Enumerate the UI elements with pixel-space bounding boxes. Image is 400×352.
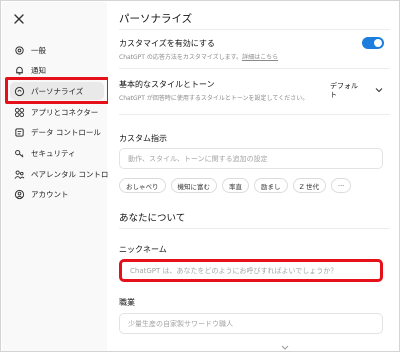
gear-icon bbox=[13, 44, 25, 56]
enable-custom-label: カスタマイズを有効にする bbox=[119, 39, 215, 48]
sidebar-item-general[interactable]: 一般 bbox=[10, 41, 104, 59]
sidebar-item-label: セキュリティ bbox=[31, 148, 76, 158]
enable-custom-toggle[interactable] bbox=[362, 37, 384, 49]
annotation-highlight-box bbox=[5, 77, 110, 104]
sidebar-item-data-controls[interactable]: データ コントロール bbox=[10, 123, 104, 141]
divider bbox=[119, 114, 390, 115]
sidebar-item-label: アカウント bbox=[31, 189, 69, 199]
sidebar-item-label: データ コントロール bbox=[31, 127, 101, 137]
enable-custom-desc-text: ChatGPT の応答方法をカスタマイズします。 bbox=[119, 54, 243, 61]
chevron-down-icon bbox=[375, 88, 383, 93]
chip-encouraging[interactable]: 励まし bbox=[254, 178, 288, 193]
base-style-label: 基本的なスタイルとトーン bbox=[119, 80, 215, 89]
bell-icon bbox=[13, 64, 25, 76]
chip-chatty[interactable]: おしゃべり bbox=[119, 178, 166, 193]
divider bbox=[119, 68, 390, 69]
account-icon bbox=[13, 188, 25, 200]
shield-key-icon bbox=[13, 147, 25, 159]
data-control-icon bbox=[13, 126, 25, 138]
sidebar-item-parental-controls[interactable]: ペアレンタル コントロール bbox=[10, 165, 123, 183]
sidebar-item-apps-connectors[interactable]: アプリとコネクター bbox=[10, 103, 104, 121]
base-style-value-line2: ト bbox=[330, 91, 337, 99]
sidebar-item-label: 一般 bbox=[31, 45, 46, 55]
learn-more-link[interactable]: 詳細はこちら bbox=[242, 54, 278, 61]
people-icon bbox=[13, 168, 25, 180]
divider bbox=[119, 228, 390, 229]
scroll-down-icon[interactable] bbox=[281, 345, 289, 350]
suggestion-chips: おしゃべり 機知に富む 率直 励まし Z 世代 ··· bbox=[119, 178, 352, 193]
chip-gen-z[interactable]: Z 世代 bbox=[292, 178, 327, 193]
sidebar-item-security[interactable]: セキュリティ bbox=[10, 144, 104, 162]
sidebar-item-account[interactable]: アカウント bbox=[10, 185, 104, 203]
base-style-select[interactable]: デフォル ト bbox=[330, 82, 390, 102]
chip-witty[interactable]: 機知に富む bbox=[170, 178, 217, 193]
base-style-value-line1: デフォル bbox=[330, 82, 358, 90]
sidebar-item-label: 通知 bbox=[31, 65, 46, 75]
page-title: パーソナライズ bbox=[119, 13, 193, 25]
sidebar-item-label: アプリとコネクター bbox=[31, 107, 99, 117]
base-style-value: デフォル ト bbox=[330, 82, 370, 100]
custom-instructions-input[interactable]: 動作、スタイル、トーンに関する追加の設定 bbox=[119, 148, 383, 169]
more-chips-button[interactable]: ··· bbox=[331, 178, 352, 193]
chip-direct[interactable]: 率直 bbox=[222, 178, 249, 193]
about-you-heading: あなたについて bbox=[119, 213, 186, 224]
enable-custom-desc: ChatGPT の応答方法をカスタマイズします。詳細はこちら bbox=[119, 52, 278, 61]
nickname-label: ニックネーム bbox=[119, 245, 167, 254]
close-icon[interactable] bbox=[12, 12, 26, 26]
custom-instructions-label: カスタム指示 bbox=[119, 134, 167, 143]
apps-grid-icon bbox=[13, 106, 25, 118]
occupation-input[interactable]: 少量生産の自家製サワードウ職人 bbox=[119, 313, 383, 334]
settings-sidebar: 一般 通知 パーソナライズ アプリとコネクター データ コントロール セキュリテ… bbox=[2, 2, 123, 351]
settings-window: 一般 通知 パーソナライズ アプリとコネクター データ コントロール セキュリテ… bbox=[0, 0, 400, 352]
base-style-desc: ChatGPT が回答時に使用するスタイルとトーンを設定してください。 bbox=[119, 95, 309, 102]
divider bbox=[119, 29, 390, 30]
nickname-input[interactable]: ChatGPT は、あなたをどのようにお呼びすればよいでしょうか？ bbox=[119, 259, 383, 282]
occupation-label: 職業 bbox=[119, 298, 135, 307]
settings-main-panel: パーソナライズ カスタマイズを有効にする ChatGPT の応答方法をカスタマイ… bbox=[108, 2, 399, 351]
